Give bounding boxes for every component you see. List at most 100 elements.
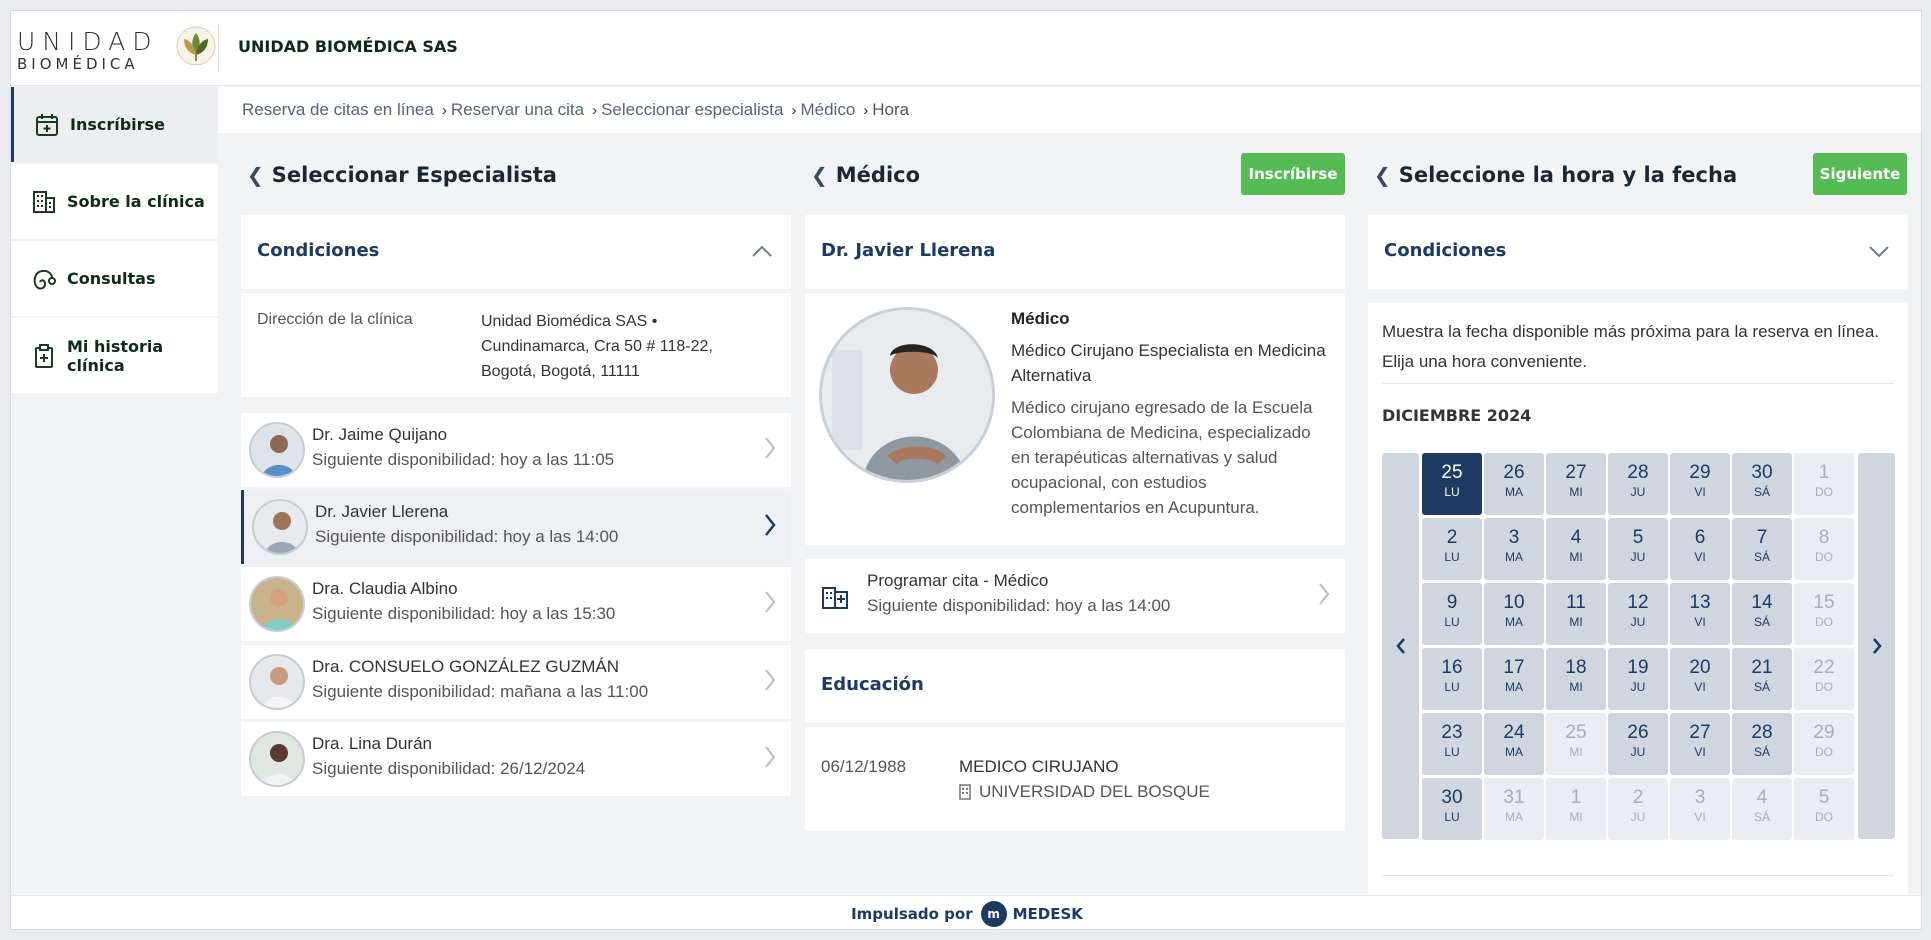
calendar-day[interactable]: 26 JU: [1608, 713, 1668, 775]
calendar-day-selected[interactable]: 25 LU: [1422, 453, 1482, 515]
doctor-name: Dr. Jaime Quijano: [312, 425, 448, 444]
chevron-right-icon: ›: [791, 101, 797, 119]
doctor-row[interactable]: Dr. Jaime Quijano Siguiente disponibilid…: [241, 413, 791, 487]
weekday-label: MI: [1569, 745, 1583, 759]
calendar-day[interactable]: 30 LU: [1422, 778, 1482, 840]
day-number: 6: [1694, 527, 1706, 548]
day-number: 31: [1503, 787, 1525, 808]
calendar-day[interactable]: 13 VI: [1670, 583, 1730, 645]
calendar-day[interactable]: 18 MI: [1546, 648, 1606, 710]
calendar-day[interactable]: 6 VI: [1670, 518, 1730, 580]
day-number: 12: [1627, 592, 1649, 613]
sidebar-item-inscribirse[interactable]: Inscríbirse: [11, 87, 218, 162]
education-title: Educación: [821, 674, 924, 695]
day-number: 24: [1503, 722, 1525, 743]
calendar-day[interactable]: 5 JU: [1608, 518, 1668, 580]
datetime-column-title[interactable]: ❮ Seleccione la hora y la fecha: [1374, 163, 1737, 187]
doctor-row[interactable]: Dra. Lina Durán Siguiente disponibilidad…: [241, 722, 791, 796]
calendar-day[interactable]: 4 MI: [1546, 518, 1606, 580]
calendar-day[interactable]: 20 VI: [1670, 648, 1730, 710]
calendar-day[interactable]: 12 JU: [1608, 583, 1668, 645]
weekday-label: MA: [1505, 810, 1523, 824]
next-button[interactable]: Siguiente: [1813, 153, 1907, 195]
conditions-header-collapsed[interactable]: Condiciones: [1368, 215, 1908, 289]
brand-name[interactable]: MEDESK: [1013, 905, 1083, 923]
calendar-day[interactable]: 9 LU: [1422, 583, 1482, 645]
footer: Impulsado por m MEDESK: [11, 895, 1921, 929]
conditions-header[interactable]: Condiciones: [241, 215, 791, 289]
doctor-column-title[interactable]: ❮ Médico: [811, 163, 920, 187]
breadcrumb-link[interactable]: Reservar una cita: [451, 100, 584, 120]
day-number: 23: [1441, 722, 1463, 743]
breadcrumb-link[interactable]: Reserva de citas en línea: [242, 100, 434, 120]
calendar-day[interactable]: 27 VI: [1670, 713, 1730, 775]
calendar-day: 4 SÁ: [1732, 778, 1792, 840]
calendar-day[interactable]: 3 MA: [1484, 518, 1544, 580]
day-number: 11: [1566, 592, 1586, 613]
calendar-day[interactable]: 24 MA: [1484, 713, 1544, 775]
calendar-day[interactable]: 23 LU: [1422, 713, 1482, 775]
calendar-day[interactable]: 27 MI: [1546, 453, 1606, 515]
sidebar-item-sobre-la-clinica[interactable]: Sobre la clínica: [11, 164, 218, 239]
calendar-next-button[interactable]: [1858, 453, 1895, 839]
specialist-column-title[interactable]: ❮ Seleccionar Especialista: [247, 163, 557, 187]
chevron-right-icon: [1872, 638, 1882, 654]
day-number: 1: [1818, 462, 1830, 483]
calendar-day: 25 MI: [1546, 713, 1606, 775]
schedule-appointment-row[interactable]: Programar cita - Médico Siguiente dispon…: [805, 559, 1345, 633]
calendar-day[interactable]: 10 MA: [1484, 583, 1544, 645]
weekday-label: VI: [1694, 680, 1706, 694]
calendar-day[interactable]: 14 SÁ: [1732, 583, 1792, 645]
day-number: 29: [1813, 722, 1835, 743]
weekday-label: LU: [1444, 680, 1460, 694]
doctor-row[interactable]: Dra. Claudia Albino Siguiente disponibil…: [241, 567, 791, 641]
calendar-day[interactable]: 11 MI: [1546, 583, 1606, 645]
weekday-label: LU: [1444, 550, 1460, 564]
calendar-day[interactable]: 17 MA: [1484, 648, 1544, 710]
breadcrumb-link[interactable]: Seleccionar especialista: [601, 100, 783, 120]
enroll-button[interactable]: Inscríbirse: [1241, 153, 1345, 195]
leaf-emblem-icon: [176, 26, 216, 66]
weekday-label: MA: [1505, 485, 1523, 499]
chevron-up-icon: [752, 245, 772, 257]
weekday-label: MI: [1569, 680, 1583, 694]
address-label: Dirección de la clínica: [257, 311, 413, 328]
top-header: UNIDAD BIOMÉDICA UNIDAD BIOMÉDICA SAS: [11, 11, 1921, 86]
day-number: 13: [1689, 592, 1711, 613]
weekday-label: LU: [1444, 485, 1460, 499]
calendar-day[interactable]: 26 MA: [1484, 453, 1544, 515]
doctor-row[interactable]: Dra. CONSUELO GONZÁLEZ GUZMÁN Siguiente …: [241, 645, 791, 719]
chevron-right-icon: [765, 514, 776, 536]
calendar-plus-icon: [36, 113, 58, 136]
calendar-day[interactable]: 2 LU: [1422, 518, 1482, 580]
doctor-heading: Dr. Javier Llerena: [821, 240, 996, 261]
calendar-prev-button[interactable]: [1382, 453, 1419, 839]
day-number: 30: [1441, 787, 1463, 808]
day-number: 28: [1751, 722, 1773, 743]
education-university: UNIVERSIDAD DEL BOSQUE: [979, 782, 1210, 801]
weekday-label: VI: [1694, 615, 1706, 629]
logo-line1: UNIDAD: [17, 27, 159, 56]
day-number: 21: [1751, 657, 1773, 678]
calendar-day[interactable]: 30 SÁ: [1732, 453, 1792, 515]
calendar-day[interactable]: 29 VI: [1670, 453, 1730, 515]
sidebar-item-consultas[interactable]: Consultas: [11, 241, 218, 316]
weekday-label: VI: [1694, 485, 1706, 499]
calendar-day[interactable]: 28 JU: [1608, 453, 1668, 515]
calendar-card: Muestra la fecha disponible más próxima …: [1368, 303, 1908, 903]
app-window: UNIDAD BIOMÉDICA UNIDAD BIOMÉDICA SAS In…: [10, 10, 1922, 930]
doctor-row-selected[interactable]: Dr. Javier Llerena Siguiente disponibili…: [241, 490, 791, 564]
sidebar-item-mi-historia-clinica[interactable]: Mi historia clínica: [11, 318, 218, 393]
chevron-right-icon: [765, 591, 776, 613]
clinic-logo[interactable]: UNIDAD BIOMÉDICA: [17, 25, 217, 73]
breadcrumb-link[interactable]: Médico: [800, 100, 855, 120]
calendar-day[interactable]: 16 LU: [1422, 648, 1482, 710]
calendar-day[interactable]: 21 SÁ: [1732, 648, 1792, 710]
calendar-day[interactable]: 28 SÁ: [1732, 713, 1792, 775]
weekday-label: MA: [1505, 550, 1523, 564]
calendar-day[interactable]: 19 JU: [1608, 648, 1668, 710]
weekday-label: MA: [1505, 615, 1523, 629]
chevron-left-icon: ❮: [247, 163, 264, 187]
calendar-day: 5 DO: [1794, 778, 1854, 840]
calendar-day[interactable]: 7 SÁ: [1732, 518, 1792, 580]
